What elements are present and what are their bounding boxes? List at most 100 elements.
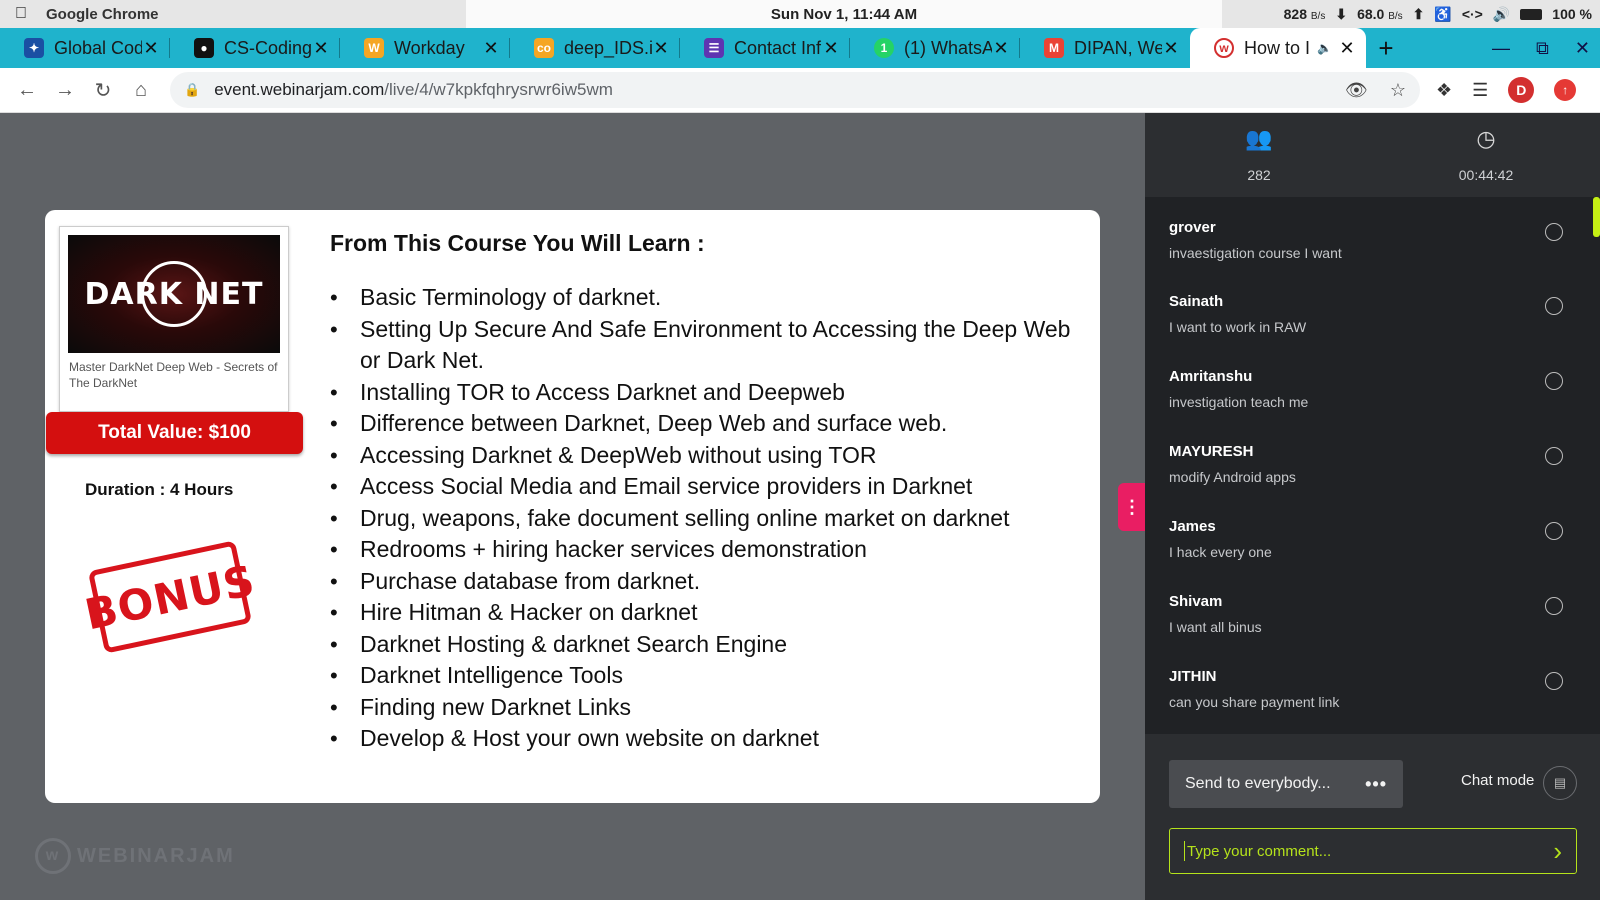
network-icon[interactable]: <·> (1462, 6, 1483, 22)
net-down-arrow-icon: ⬇ (1335, 5, 1348, 22)
list-item: Purchase database from darknet. (330, 566, 1095, 598)
chat-message: James I hack every one (1169, 518, 1569, 578)
webinarjam-logo: w WEBINARJAM (35, 838, 235, 874)
list-item: Basic Terminology of darknet. (330, 282, 1095, 314)
message-author: Sainath (1169, 293, 1224, 310)
browser-tab[interactable]: W Workday ✕ (340, 28, 510, 68)
message-select-radio[interactable] (1545, 372, 1563, 390)
more-options-icon[interactable]: ••• (1365, 774, 1387, 795)
message-author: James (1169, 518, 1216, 535)
message-author: Amritanshu (1169, 368, 1253, 385)
browser-tab[interactable]: 1 (1) WhatsA ✕ (850, 28, 1020, 68)
new-tab-button[interactable]: + (1366, 33, 1406, 64)
webinar-stage: DARK NET Master DarkNet Deep Web - Secre… (0, 113, 1145, 900)
message-select-radio[interactable] (1545, 447, 1563, 465)
message-text: I want to work in RAW (1169, 319, 1307, 335)
browser-tab[interactable]: M DIPAN, We ✕ (1020, 28, 1190, 68)
battery-percent: 100 % (1552, 6, 1592, 22)
tab-title: DIPAN, We (1074, 37, 1162, 58)
message-select-radio[interactable] (1545, 522, 1563, 540)
side-menu-handle[interactable]: ⋮ (1118, 483, 1146, 531)
address-bar[interactable]: 🔒 event.webinarjam.com/live/4/w7kpkfqhry… (170, 72, 1420, 108)
browser-toolbar: ← → ↻ ⌂ 🔒 event.webinarjam.com/live/4/w7… (0, 68, 1600, 113)
tab-title: deep_IDS.ip (564, 37, 652, 58)
message-author: MAYURESH (1169, 443, 1254, 460)
extensions-puzzle-icon[interactable]: ❖ (1436, 80, 1452, 101)
list-item: Finding new Darknet Links (330, 692, 1095, 724)
update-icon[interactable]: ↑ (1554, 79, 1577, 101)
list-item: Darknet Hosting & darknet Search Engine (330, 629, 1095, 661)
accessibility-icon[interactable]: ♿ (1434, 6, 1451, 23)
github-icon: ● (194, 38, 214, 58)
battery-icon[interactable] (1520, 8, 1543, 20)
message-text: I hack every one (1169, 544, 1272, 560)
browser-tab-active[interactable]: w How to I 🔈 ✕ (1190, 28, 1366, 68)
browser-tab[interactable]: ● CS-CodingC ✕ (170, 28, 340, 68)
clock[interactable]: Sun Nov 1, 11:44 AM (466, 0, 1222, 28)
whatsapp-icon: 1 (874, 38, 894, 58)
chat-panel: 👥 282 ◷ 00:44:42 grover invaestigation c… (1145, 113, 1600, 900)
close-icon[interactable]: ✕ (652, 38, 670, 59)
close-icon[interactable]: ✕ (312, 38, 330, 59)
learn-list: Basic Terminology of darknet. Setting Up… (330, 282, 1095, 755)
active-app-name[interactable]: Google Chrome (46, 6, 159, 23)
browser-tab[interactable]: ☰ Contact Inf ✕ (680, 28, 850, 68)
close-icon[interactable]: ✕ (142, 38, 160, 59)
tab-title: Workday (394, 37, 465, 58)
home-icon[interactable]: ⌂ (122, 79, 160, 102)
chat-stats: 👥 282 ◷ 00:44:42 (1145, 113, 1600, 197)
browser-tab[interactable]: ✦ Global Codi ✕ (0, 28, 170, 68)
close-icon[interactable]: ✕ (992, 38, 1010, 59)
gmail-icon: M (1044, 38, 1064, 58)
tracking-blocked-icon[interactable]: 👁 (1345, 80, 1368, 101)
bookmark-star-icon[interactable]: ☆ (1390, 80, 1406, 101)
list-item: Redrooms + hiring hacker services demons… (330, 534, 1095, 566)
message-select-radio[interactable] (1545, 597, 1563, 615)
send-arrow-icon[interactable]: › (1553, 836, 1562, 867)
minimize-icon[interactable]: — (1492, 38, 1510, 59)
clock-icon: ◷ (1476, 126, 1496, 151)
close-icon[interactable]: ✕ (822, 38, 840, 59)
profile-avatar[interactable]: D (1508, 77, 1535, 103)
browser-tab[interactable]: co deep_IDS.ip ✕ (510, 28, 680, 68)
message-author: grover (1169, 219, 1216, 236)
colab-icon: co (534, 38, 554, 58)
restore-icon[interactable]: ⧉ (1536, 38, 1549, 59)
url-path: /live/4/w7kpkfqhrysrwr6iw5wm (384, 80, 613, 99)
list-item: Darknet Intelligence Tools (330, 660, 1095, 692)
close-icon[interactable]: ✕ (482, 38, 500, 59)
chat-mode-icon[interactable]: ▤ (1543, 766, 1577, 800)
window-controls: — ⧉ ✕ (1492, 28, 1590, 68)
chat-scrollbar[interactable] (1593, 197, 1600, 237)
viewer-count-stat: 👥 282 (1199, 123, 1319, 183)
list-item: Hire Hitman & Hacker on darknet (330, 597, 1095, 629)
apple-icon[interactable]:  (10, 5, 32, 23)
reload-icon[interactable]: ↻ (84, 78, 122, 103)
close-icon[interactable]: ✕ (1162, 38, 1180, 59)
back-arrow-icon[interactable]: ← (8, 79, 46, 102)
chat-footer: Send to everybody... ••• Chat mode ▤ › (1145, 734, 1600, 900)
send-to-label: Send to everybody... (1185, 775, 1331, 792)
audio-playing-icon[interactable]: 🔈 (1317, 41, 1332, 55)
forward-arrow-icon[interactable]: → (46, 79, 84, 102)
message-text: can you share payment link (1169, 694, 1340, 710)
media-queue-icon[interactable]: ☰ (1472, 80, 1488, 101)
message-select-radio[interactable] (1545, 223, 1563, 241)
volume-icon[interactable]: 🔊 (1493, 6, 1510, 23)
product-logo: DARK NET (84, 276, 264, 312)
message-select-radio[interactable] (1545, 297, 1563, 315)
chat-message: JITHIN can you share payment link (1169, 668, 1569, 728)
chat-message: Shivam I want all binus (1169, 593, 1569, 653)
chat-messages: grover invaestigation course I want Sain… (1145, 197, 1600, 727)
viewer-count: 282 (1247, 167, 1271, 183)
send-to-select[interactable]: Send to everybody... ••• (1169, 760, 1403, 808)
tab-strip: ✦ Global Codi ✕ ● CS-CodingC ✕ W Workday… (0, 28, 1600, 68)
message-select-radio[interactable] (1545, 672, 1563, 690)
elapsed-time: 00:44:42 (1458, 167, 1514, 183)
comment-box[interactable]: › (1169, 828, 1577, 874)
window-close-icon[interactable]: ✕ (1575, 38, 1590, 59)
lock-icon[interactable]: 🔒 (184, 82, 200, 98)
close-icon[interactable]: ✕ (1338, 38, 1356, 59)
comment-input[interactable] (1187, 842, 1554, 860)
tab-title: How to I (1244, 37, 1311, 58)
